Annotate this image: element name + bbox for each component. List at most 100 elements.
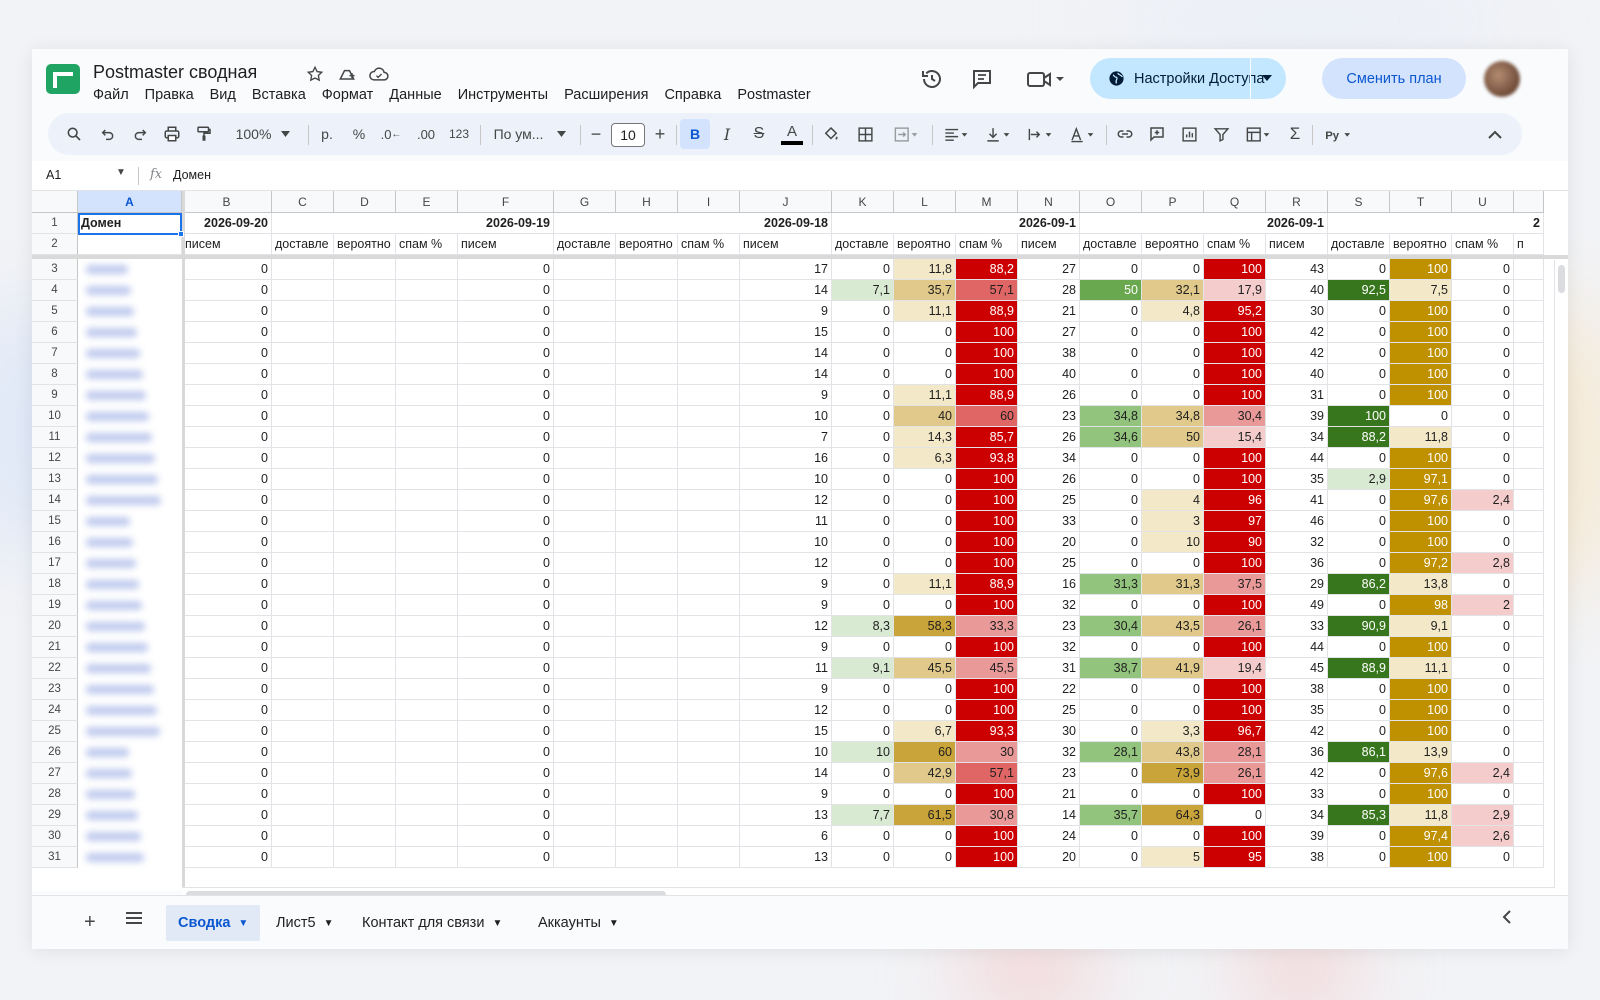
- table-cell[interactable]: 3,3: [1142, 721, 1204, 742]
- date-header-cell[interactable]: 2: [1514, 213, 1544, 234]
- table-cell[interactable]: [272, 763, 334, 784]
- table-cell[interactable]: 100: [1390, 721, 1452, 742]
- table-cell[interactable]: [616, 679, 678, 700]
- table-cell[interactable]: [1514, 364, 1544, 385]
- table-cell[interactable]: [272, 784, 334, 805]
- table-cell[interactable]: 7,1: [832, 280, 894, 301]
- table-cell[interactable]: [334, 343, 396, 364]
- move-to-drive-icon[interactable]: [336, 63, 358, 85]
- table-cell[interactable]: 30,8: [956, 805, 1018, 826]
- table-cell[interactable]: 0: [832, 532, 894, 553]
- table-cell[interactable]: 33,3: [956, 616, 1018, 637]
- menu-format[interactable]: Формат: [322, 87, 374, 103]
- table-cell[interactable]: 100: [1204, 448, 1266, 469]
- table-cell[interactable]: 100: [1390, 637, 1452, 658]
- table-cell[interactable]: [396, 511, 458, 532]
- table-cell[interactable]: [678, 763, 740, 784]
- all-sheets-icon[interactable]: [125, 910, 143, 931]
- table-cell[interactable]: [678, 595, 740, 616]
- table-cell[interactable]: 0: [458, 763, 554, 784]
- table-cell[interactable]: 30,4: [1204, 406, 1266, 427]
- table-cell[interactable]: [678, 511, 740, 532]
- table-cell[interactable]: 0: [1452, 742, 1514, 763]
- functions-icon[interactable]: Σ: [1282, 113, 1308, 155]
- decrease-font-size-icon[interactable]: −: [584, 113, 608, 155]
- table-cell[interactable]: 0: [894, 532, 956, 553]
- table-cell[interactable]: 0: [182, 280, 272, 301]
- row-header[interactable]: 5: [32, 301, 78, 322]
- column-header-q[interactable]: Q: [1204, 191, 1266, 213]
- table-cell[interactable]: 12: [740, 553, 832, 574]
- column-header-t[interactable]: T: [1390, 191, 1452, 213]
- table-cell[interactable]: 97,1: [1390, 469, 1452, 490]
- table-cell[interactable]: [616, 805, 678, 826]
- domain-cell-redacted[interactable]: [80, 574, 184, 595]
- bold-button[interactable]: B: [680, 119, 710, 149]
- text-color-button[interactable]: A: [778, 113, 806, 155]
- table-cell[interactable]: [272, 469, 334, 490]
- table-cell[interactable]: 0: [1452, 637, 1514, 658]
- table-cell[interactable]: 0: [182, 322, 272, 343]
- table-cell[interactable]: 0: [458, 259, 554, 280]
- table-cell[interactable]: [396, 574, 458, 595]
- table-cell[interactable]: [396, 385, 458, 406]
- domain-cell-redacted[interactable]: [80, 721, 184, 742]
- table-cell[interactable]: 0: [458, 658, 554, 679]
- table-cell[interactable]: [554, 259, 616, 280]
- table-cell[interactable]: [272, 532, 334, 553]
- table-cell[interactable]: 0: [1142, 700, 1204, 721]
- table-cell[interactable]: 0: [1142, 448, 1204, 469]
- table-cell[interactable]: [396, 637, 458, 658]
- row-header[interactable]: 12: [32, 448, 78, 469]
- undo-icon[interactable]: [96, 113, 120, 155]
- table-cell[interactable]: 100: [956, 595, 1018, 616]
- table-cell[interactable]: 0: [832, 259, 894, 280]
- table-cell[interactable]: [396, 805, 458, 826]
- table-cell[interactable]: [678, 364, 740, 385]
- table-cell[interactable]: 9: [740, 679, 832, 700]
- table-cell[interactable]: 0: [458, 301, 554, 322]
- table-cell[interactable]: 31: [1018, 658, 1080, 679]
- table-cell[interactable]: 0: [1328, 721, 1390, 742]
- metric-header-cell[interactable]: писем: [458, 234, 554, 255]
- domain-cell-redacted[interactable]: [80, 658, 184, 679]
- column-header-partial[interactable]: [1514, 191, 1544, 213]
- table-cell[interactable]: 23: [1018, 616, 1080, 637]
- table-cell[interactable]: 0: [182, 700, 272, 721]
- table-cell[interactable]: 11: [740, 511, 832, 532]
- table-cell[interactable]: [272, 490, 334, 511]
- table-cell[interactable]: [616, 322, 678, 343]
- table-cell[interactable]: 40: [1018, 364, 1080, 385]
- table-cell[interactable]: [554, 826, 616, 847]
- table-cell[interactable]: 0: [894, 343, 956, 364]
- table-cell[interactable]: [272, 658, 334, 679]
- table-cell[interactable]: 0: [1452, 511, 1514, 532]
- table-cell[interactable]: 36: [1266, 742, 1328, 763]
- table-cell[interactable]: [616, 532, 678, 553]
- table-cell[interactable]: 0: [458, 637, 554, 658]
- table-cell[interactable]: 100: [1390, 301, 1452, 322]
- date-header-cell[interactable]: [396, 213, 458, 234]
- table-cell[interactable]: [272, 385, 334, 406]
- column-header-r[interactable]: R: [1266, 191, 1328, 213]
- fill-handle[interactable]: [178, 231, 184, 237]
- table-cell[interactable]: 97,2: [1390, 553, 1452, 574]
- column-header-g[interactable]: G: [554, 191, 616, 213]
- table-cell[interactable]: 0: [1142, 553, 1204, 574]
- table-cell[interactable]: 57,1: [956, 763, 1018, 784]
- table-cell[interactable]: [1514, 595, 1544, 616]
- table-cell[interactable]: 25: [1018, 490, 1080, 511]
- row-header[interactable]: 23: [32, 679, 78, 700]
- table-cell[interactable]: 92,5: [1328, 280, 1390, 301]
- table-cell[interactable]: 86,1: [1328, 742, 1390, 763]
- table-cell[interactable]: [272, 553, 334, 574]
- table-cell[interactable]: [334, 847, 396, 868]
- table-cell[interactable]: 26,1: [1204, 616, 1266, 637]
- table-cell[interactable]: 0: [182, 805, 272, 826]
- table-cell[interactable]: 57,1: [956, 280, 1018, 301]
- table-cell[interactable]: 20: [1018, 847, 1080, 868]
- table-cell[interactable]: [616, 637, 678, 658]
- table-cell[interactable]: 0: [894, 469, 956, 490]
- table-cell[interactable]: 45,5: [894, 658, 956, 679]
- italic-button[interactable]: I: [714, 113, 740, 155]
